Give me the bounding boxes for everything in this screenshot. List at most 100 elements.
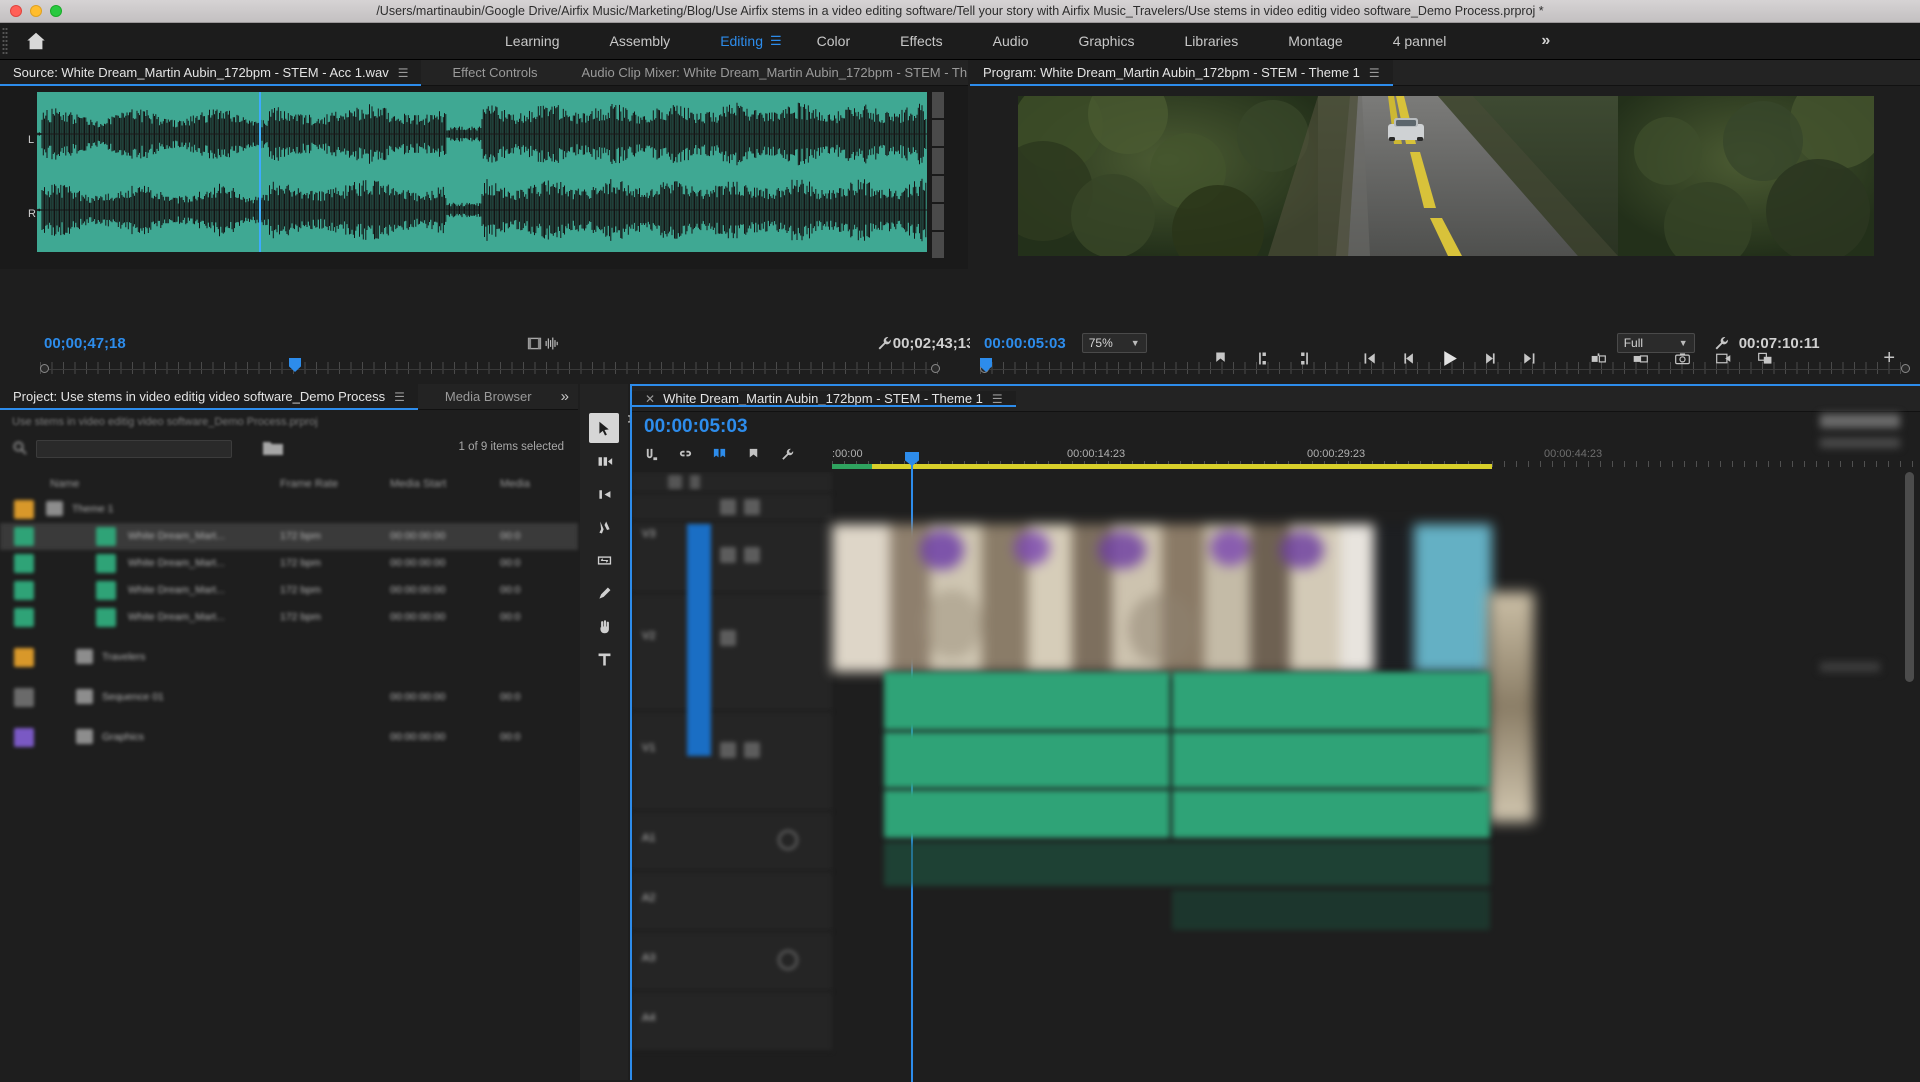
project-column-headers[interactable]: Name Frame Rate Media Start Media (0, 478, 578, 496)
traffic-lights[interactable] (10, 5, 62, 17)
timeline-audio-clip[interactable] (884, 672, 1170, 730)
project-list-item[interactable]: Travelers (0, 644, 578, 671)
workspace-menu-icon[interactable]: ☰ (770, 33, 792, 49)
program-play-stop-button[interactable] (1434, 344, 1466, 372)
hand-tool[interactable] (589, 611, 619, 641)
export-button[interactable] (1708, 344, 1740, 372)
timeline-audio-clip[interactable] (884, 790, 1170, 838)
workspace-tab-montage[interactable]: Montage (1263, 23, 1367, 60)
track-lock-icon[interactable] (690, 475, 700, 489)
project-list-item[interactable]: White Dream_Mart... 172 bpm 00:00:00:00 … (0, 577, 578, 604)
source-current-timecode[interactable]: 00;00;47;18 (44, 335, 126, 352)
workspace-tab-graphics[interactable]: Graphics (1053, 23, 1159, 60)
tab-audio-clip-mixer[interactable]: Audio Clip Mixer: White Dream_Martin Aub… (569, 60, 981, 85)
track-header-a3[interactable]: A3 (632, 932, 832, 992)
panel-menu-icon[interactable]: ☰ (394, 390, 405, 404)
timeline-audio-clip[interactable] (884, 732, 1170, 788)
add-marker-button[interactable] (710, 445, 728, 463)
workspace-tab-audio[interactable]: Audio (968, 23, 1054, 60)
tab-media-browser[interactable]: Media Browser (432, 384, 545, 409)
program-current-timecode[interactable]: 00:00:05:03 (984, 335, 1066, 352)
timeline-settings-button[interactable] (778, 445, 796, 463)
close-window-icon[interactable] (10, 5, 22, 17)
close-icon[interactable]: ✕ (645, 392, 655, 406)
project-breadcrumb[interactable]: Use stems in video editig video software… (12, 416, 318, 428)
ripple-edit-tool[interactable] (589, 479, 619, 509)
track-lock-icon[interactable] (744, 547, 760, 563)
timeline-video-clip[interactable] (832, 524, 1492, 672)
drag-audio-only-button[interactable] (543, 329, 560, 357)
timeline-audio-clip[interactable] (1172, 732, 1490, 788)
type-tool[interactable] (589, 644, 619, 674)
track-header-a4[interactable]: A4 (632, 992, 832, 1052)
extract-button[interactable] (1624, 344, 1656, 372)
tab-program-monitor[interactable]: Program: White Dream_Martin Aubin_172bpm… (970, 60, 1393, 86)
source-settings-button[interactable] (876, 329, 893, 357)
track-select-forward-tool[interactable] (589, 446, 619, 476)
project-item-list[interactable]: Theme 1 White Dream_Mart... 172 bpm 00:0… (0, 496, 578, 747)
timeline-tracks-area[interactable]: V3 V2 V1 A1 A2 A3 A4 (632, 472, 1918, 1082)
track-volume-knob[interactable] (778, 830, 798, 850)
workspace-tab-color[interactable]: Color (792, 23, 875, 60)
timeline-ruler[interactable]: :00:00 00:00:14:23 00:00:29:23 00:00:44:… (832, 438, 1918, 476)
workspace-tab-libraries[interactable]: Libraries (1160, 23, 1264, 60)
comparison-view-button[interactable] (1750, 344, 1782, 372)
program-video-preview[interactable] (1018, 96, 1874, 256)
timeline-audio-clip[interactable] (1172, 790, 1490, 838)
source-waveform-area[interactable]: L L R R (0, 86, 968, 269)
maximize-window-icon[interactable] (50, 5, 62, 17)
timeline-current-timecode[interactable]: 00:00:05:03 (644, 416, 748, 438)
timeline-right-overflow-strip[interactable] (1810, 412, 1920, 1082)
home-button[interactable] (8, 23, 64, 60)
program-zoom-level-select[interactable]: 75% ▼ (1081, 333, 1147, 353)
project-list-item[interactable]: Sequence 01 00:00:00:00 00:0 (0, 684, 578, 711)
source-duration-timecode[interactable]: 00;02;43;13 (893, 335, 975, 352)
track-lock-icon[interactable] (744, 742, 760, 758)
program-step-forward-button[interactable] (1473, 344, 1505, 372)
program-export-frame-button[interactable] (1666, 344, 1698, 372)
tab-source-monitor[interactable]: Source: White Dream_Martin Aubin_172bpm … (0, 60, 422, 86)
source-scrubber[interactable] (40, 356, 940, 382)
track-eye-icon[interactable] (668, 475, 682, 489)
program-go-to-out-button[interactable] (1513, 344, 1545, 372)
track-volume-knob[interactable] (778, 950, 798, 970)
razor-tool[interactable] (589, 512, 619, 542)
track-toggle-icon[interactable] (720, 630, 736, 646)
timeline-audio-clip[interactable] (1172, 890, 1490, 930)
drag-video-only-button[interactable] (526, 329, 543, 357)
panel-menu-icon[interactable]: ☰ (992, 392, 1003, 406)
slip-tool[interactable] (589, 545, 619, 575)
program-mark-in-button[interactable] (1247, 344, 1279, 372)
track-header-v3[interactable]: V3 (632, 522, 832, 594)
linked-selection-button[interactable] (676, 445, 694, 463)
program-mark-out-button[interactable] (1288, 344, 1320, 372)
tab-effect-controls[interactable]: Effect Controls (439, 60, 550, 85)
workspace-tab-effects[interactable]: Effects (875, 23, 968, 60)
workspace-tab-assembly[interactable]: Assembly (585, 23, 696, 60)
program-add-marker-button[interactable] (1205, 344, 1237, 372)
audio-waveform-display[interactable] (37, 92, 927, 252)
track-header-v1[interactable]: V1 (632, 712, 832, 812)
timeline-audio-clip[interactable] (884, 842, 1490, 886)
project-list-item[interactable]: White Dream_Mart... 172 bpm 00:00:00:00 … (0, 604, 578, 631)
project-search-input[interactable] (36, 440, 232, 458)
search-icon[interactable] (12, 440, 28, 456)
track-toggle-icon[interactable] (720, 742, 736, 758)
new-bin-icon[interactable] (262, 438, 284, 458)
project-list-item[interactable]: Theme 1 (0, 496, 578, 523)
tab-timeline-sequence[interactable]: ✕ White Dream_Martin Aubin_172bpm - STEM… (632, 391, 1016, 407)
track-header-a2[interactable]: A2 (632, 872, 832, 932)
panel-menu-icon[interactable]: ☰ (1369, 66, 1380, 80)
source-playhead[interactable] (259, 92, 261, 252)
timeline-audio-clip[interactable] (1172, 672, 1490, 730)
timeline-video-clip[interactable] (1488, 592, 1534, 822)
track-header-v2[interactable]: V2 (632, 594, 832, 712)
timeline-track-headers[interactable]: V3 V2 V1 A1 A2 A3 A4 (632, 472, 832, 1082)
project-list-item[interactable]: White Dream_Mart... 172 bpm 00:00:00:00 … (0, 523, 578, 550)
program-button-editor[interactable]: + (1873, 344, 1905, 372)
workspace-tab-4pannel[interactable]: 4 pannel (1368, 23, 1472, 60)
source-zoom-scrollbars[interactable] (932, 92, 946, 258)
track-toggle-icon[interactable] (720, 547, 736, 563)
program-go-to-in-button[interactable] (1354, 344, 1386, 372)
project-list-item[interactable]: Graphics 00:00:00:00 00:0 (0, 724, 578, 751)
